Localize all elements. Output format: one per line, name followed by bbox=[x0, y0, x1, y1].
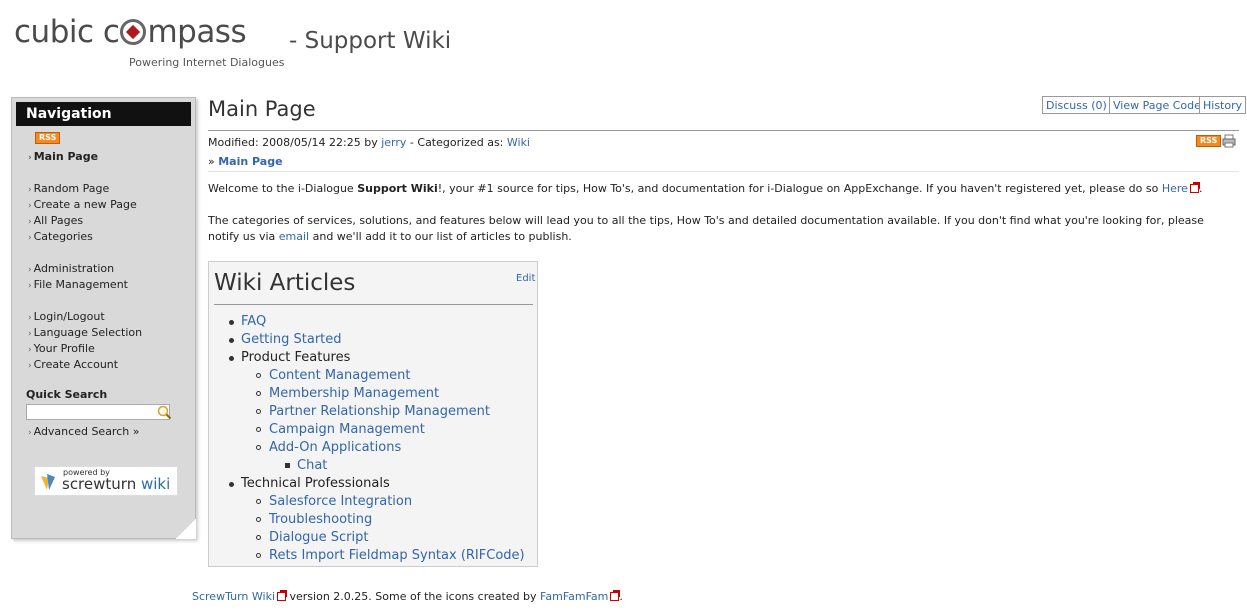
list-item: Product Features bbox=[228, 350, 351, 365]
arrow-icon: › bbox=[28, 233, 32, 243]
site-header: cubic c mpass - Support Wiki Powering Int… bbox=[14, 14, 614, 74]
breadcrumb-divider bbox=[208, 171, 1239, 172]
list-item: Partner Relationship Management bbox=[256, 403, 490, 421]
quick-search-label: Quick Search bbox=[26, 388, 108, 401]
compass-icon bbox=[120, 19, 147, 45]
arrow-icon: › bbox=[28, 153, 32, 163]
list-item: Campaign Management bbox=[256, 421, 425, 439]
sidebar-item-categories[interactable]: › Categories bbox=[28, 230, 93, 243]
dialogue-script-link[interactable]: Dialogue Script bbox=[269, 530, 368, 545]
arrow-icon: › bbox=[28, 329, 32, 339]
powered-by-screwturn-badge[interactable]: powered by screwturn wiki bbox=[34, 466, 178, 496]
search-icon[interactable] bbox=[156, 404, 172, 420]
page-rss-icon[interactable]: RSS bbox=[1196, 135, 1222, 147]
email-link[interactable]: email bbox=[279, 230, 309, 243]
salesforce-integration-link[interactable]: Salesforce Integration bbox=[269, 494, 412, 509]
list-item: FAQ bbox=[228, 313, 266, 331]
sidebar-item-create-page[interactable]: › Create a new Page bbox=[28, 198, 137, 211]
navigation-header: Navigation bbox=[16, 102, 191, 126]
discuss-button[interactable]: Discuss (0) bbox=[1042, 96, 1111, 114]
print-icon[interactable] bbox=[1222, 134, 1236, 148]
troubleshooting-link[interactable]: Troubleshooting bbox=[269, 512, 372, 527]
author-link[interactable]: jerry bbox=[381, 136, 406, 149]
arrow-icon: › bbox=[28, 345, 32, 355]
rss-icon[interactable]: RSS bbox=[35, 132, 61, 144]
arrow-icon: › bbox=[28, 265, 32, 275]
page-curl-decoration bbox=[176, 519, 196, 539]
rets-import-link[interactable]: Rets Import Fieldmap Syntax (RIFCode) bbox=[269, 548, 525, 563]
external-link-icon bbox=[610, 590, 621, 601]
list-item: Content Management bbox=[255, 367, 410, 385]
addon-applications-link[interactable]: Add-On Applications bbox=[269, 440, 401, 455]
list-item: Rets Import Fieldmap Syntax (RIFCode) bbox=[256, 547, 525, 565]
list-item: Troubleshooting bbox=[255, 511, 372, 529]
sidebar-item-random-page[interactable]: › Random Page bbox=[28, 182, 109, 195]
arrow-icon: › bbox=[28, 185, 32, 195]
advanced-search-link[interactable]: › Advanced Search » bbox=[28, 425, 139, 438]
quick-search-input[interactable] bbox=[26, 404, 170, 420]
breadcrumb-main-page[interactable]: Main Page bbox=[218, 155, 282, 168]
screwturn-wiki-link[interactable]: ScrewTurn Wiki bbox=[192, 590, 275, 603]
sidebar-item-create-account[interactable]: › Create Account bbox=[28, 358, 118, 371]
register-here-link[interactable]: Here bbox=[1162, 182, 1188, 195]
title-divider bbox=[208, 130, 1239, 131]
page-meta: Modified: 2008/05/14 22:25 by jerry - Ca… bbox=[208, 136, 530, 149]
history-button[interactable]: History bbox=[1199, 96, 1247, 114]
content-management-link[interactable]: Content Management bbox=[269, 368, 410, 383]
list-item: Salesforce Integration bbox=[255, 493, 412, 511]
tagline: Powering Internet Dialogues bbox=[129, 56, 285, 69]
category-link[interactable]: Wiki bbox=[507, 136, 530, 149]
campaign-management-link[interactable]: Campaign Management bbox=[269, 422, 425, 437]
wiki-articles-box: Wiki Articles Edit FAQ Getting Started P… bbox=[208, 261, 538, 567]
arrow-icon: › bbox=[28, 217, 32, 227]
breadcrumb: » Main Page bbox=[208, 155, 283, 168]
page-footer: ScrewTurn Wiki version 2.0.25. Some of t… bbox=[192, 590, 623, 603]
cubic-compass-logo[interactable]: cubic c mpass bbox=[14, 14, 247, 50]
chat-link[interactable]: Chat bbox=[297, 458, 327, 473]
list-item: Dialogue Script bbox=[255, 529, 368, 547]
view-page-code-button[interactable]: View Page Code bbox=[1109, 96, 1205, 114]
sidebar-navigation: Navigation RSS › Main Page › Random Page ›… bbox=[11, 97, 196, 539]
external-link-icon bbox=[1189, 182, 1200, 193]
arrow-icon: › bbox=[28, 428, 32, 438]
list-item: Chat bbox=[284, 457, 327, 475]
articles-divider bbox=[214, 304, 533, 305]
sidebar-item-language-selection[interactable]: › Language Selection bbox=[28, 326, 142, 339]
wiki-articles-title: Wiki Articles bbox=[214, 270, 356, 296]
arrow-icon: › bbox=[28, 361, 32, 371]
sidebar-item-file-management[interactable]: › File Management bbox=[28, 278, 128, 291]
arrow-icon: › bbox=[28, 313, 32, 323]
sidebar-item-your-profile[interactable]: › Your Profile bbox=[28, 342, 95, 355]
arrow-icon: › bbox=[28, 201, 32, 211]
sidebar-item-main-page[interactable]: › Main Page bbox=[28, 150, 98, 163]
arrow-icon: › bbox=[28, 281, 32, 291]
sidebar-item-login-logout[interactable]: › Login/Logout bbox=[28, 310, 105, 323]
welcome-paragraph: Welcome to the i-Dialogue Support Wiki!,… bbox=[208, 182, 1203, 195]
famfamfam-link[interactable]: FamFamFam bbox=[540, 590, 608, 603]
prm-link[interactable]: Partner Relationship Management bbox=[269, 404, 490, 419]
external-link-icon bbox=[277, 590, 288, 601]
categories-paragraph: The categories of services, solutions, a… bbox=[208, 214, 1204, 243]
site-title: - Support Wiki bbox=[289, 28, 452, 54]
faq-link[interactable]: FAQ bbox=[241, 314, 266, 329]
sidebar-item-administration[interactable]: › Administration bbox=[28, 262, 114, 275]
list-item: Getting Started bbox=[229, 331, 342, 349]
page-title: Main Page bbox=[208, 97, 316, 121]
getting-started-link[interactable]: Getting Started bbox=[241, 332, 342, 347]
list-item: Membership Management bbox=[255, 385, 439, 403]
list-item: Add-On Applications bbox=[255, 439, 401, 457]
screwturn-logo-icon bbox=[41, 474, 55, 490]
edit-section-link[interactable]: Edit bbox=[516, 273, 535, 284]
sidebar-item-all-pages[interactable]: › All Pages bbox=[28, 214, 83, 227]
list-item: Technical Professionals bbox=[229, 476, 390, 491]
membership-management-link[interactable]: Membership Management bbox=[269, 386, 439, 401]
